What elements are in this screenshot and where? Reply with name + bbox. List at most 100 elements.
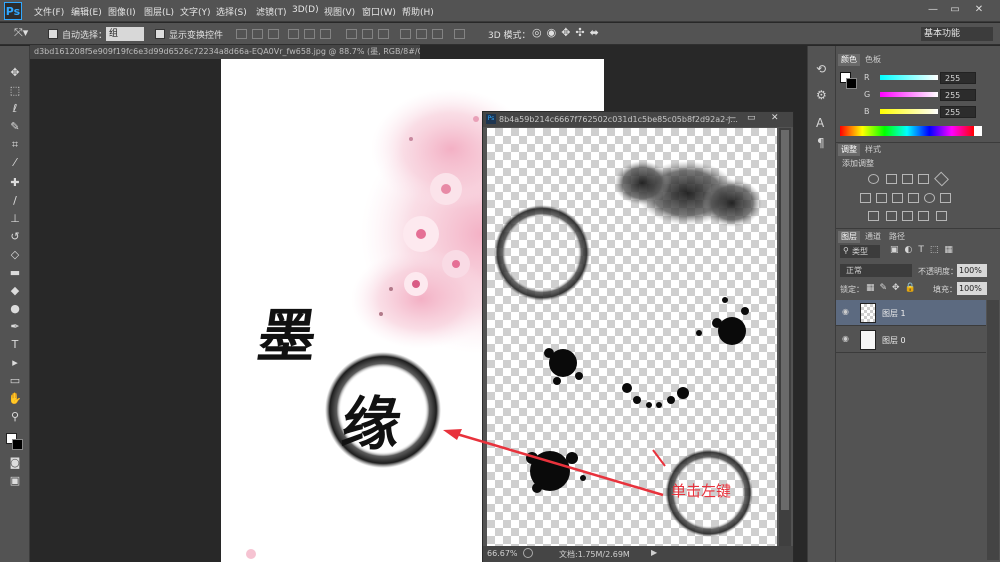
slider-b-track[interactable] xyxy=(880,109,938,114)
visibility-eye-icon[interactable]: ◉ xyxy=(842,308,852,316)
menu-image[interactable]: 图像(I) xyxy=(108,5,136,18)
restore-button[interactable]: ▭ xyxy=(948,3,962,17)
eraser-icon[interactable]: ◇ xyxy=(8,248,22,262)
slider-r-value[interactable]: 255 xyxy=(940,72,976,84)
menu-window[interactable]: 窗口(W) xyxy=(362,5,396,18)
menu-file[interactable]: 文件(F) xyxy=(34,5,64,18)
character-panel-icon[interactable]: A xyxy=(816,116,824,130)
photo-filter-icon[interactable] xyxy=(908,193,919,203)
workspace-dropdown[interactable]: 基本功能 xyxy=(921,27,993,41)
gradient-map-icon[interactable] xyxy=(918,211,929,221)
slider-g[interactable]: G 255 xyxy=(840,89,998,103)
blur-icon[interactable]: ◆ xyxy=(8,284,22,298)
move-tool-preset-icon[interactable]: ⤧▾ xyxy=(14,26,28,40)
posterize-icon[interactable] xyxy=(886,211,897,221)
menu-help[interactable]: 帮助(H) xyxy=(402,5,434,18)
background-color-swatch[interactable] xyxy=(12,439,23,450)
blend-mode-dropdown[interactable]: 正常 xyxy=(840,264,912,277)
curves-icon[interactable] xyxy=(902,174,913,184)
status-share-icon[interactable] xyxy=(523,548,533,558)
floating-vertical-scrollbar[interactable] xyxy=(779,128,791,546)
type-icon[interactable]: T xyxy=(8,338,22,352)
dodge-icon[interactable]: ● xyxy=(8,302,22,316)
hand-icon[interactable]: ✋ xyxy=(8,392,22,406)
float-close-button[interactable]: ✕ xyxy=(771,113,779,123)
tab-swatches[interactable]: 色板 xyxy=(862,54,884,66)
minimize-button[interactable]: — xyxy=(926,3,940,17)
quick-mask-icon[interactable]: ◙ xyxy=(8,456,22,470)
align-vcenter-icon[interactable] xyxy=(252,29,263,39)
align-bottom-icon[interactable] xyxy=(268,29,279,39)
brush-icon[interactable]: / xyxy=(8,194,22,208)
color-balance-icon[interactable] xyxy=(876,193,887,203)
scroll-thumb[interactable] xyxy=(781,130,789,510)
align-hcenter-icon[interactable] xyxy=(304,29,315,39)
floating-document-window[interactable]: 8b4a59b214c6667f762502c031d1c5be85c05b8f… xyxy=(482,111,794,562)
pen-icon[interactable]: ✒ xyxy=(8,320,22,334)
opacity-input[interactable]: 100% xyxy=(957,264,987,277)
properties-panel-icon[interactable]: ⚙ xyxy=(816,88,827,102)
tab-paths[interactable]: 路径 xyxy=(886,231,908,243)
crop-icon[interactable]: ⌗ xyxy=(8,138,22,152)
auto-select-dropdown[interactable]: 组 xyxy=(106,27,144,41)
lasso-icon[interactable]: ℓ xyxy=(8,102,22,116)
close-button[interactable]: ✕ xyxy=(972,3,986,17)
selective-color-icon[interactable] xyxy=(936,211,947,221)
distribute-left-icon[interactable] xyxy=(400,29,411,39)
slider-g-track[interactable] xyxy=(880,92,938,97)
align-right-icon[interactable] xyxy=(320,29,331,39)
eyedropper-icon[interactable]: ⁄ xyxy=(8,156,22,170)
layers-scrollbar[interactable] xyxy=(987,300,999,560)
gradient-icon[interactable]: ▬ xyxy=(8,266,22,280)
distribute-hcenter-icon[interactable] xyxy=(416,29,427,39)
layer-row-layer1[interactable]: ◉ 图层 1 xyxy=(836,300,986,326)
zoom-icon[interactable]: ⚲ xyxy=(8,410,22,424)
lock-icons[interactable]: ▦✎✥🔒 xyxy=(866,283,921,293)
layer-filter-icons[interactable]: ▣◐T⬚▦ xyxy=(890,245,959,255)
vibrance-icon[interactable] xyxy=(934,171,949,187)
float-minimize-button[interactable]: — xyxy=(727,113,736,123)
invert-icon[interactable] xyxy=(868,211,879,221)
healing-icon[interactable]: ✚ xyxy=(8,176,22,190)
black-white-icon[interactable] xyxy=(892,193,903,203)
slider-b-value[interactable]: 255 xyxy=(940,106,976,118)
align-top-icon[interactable] xyxy=(236,29,247,39)
layer-name[interactable]: 图层 1 xyxy=(882,308,906,319)
auto-select-checkbox[interactable] xyxy=(48,29,58,39)
visibility-eye-icon[interactable]: ◉ xyxy=(842,335,852,343)
distribute-bottom-icon[interactable] xyxy=(378,29,389,39)
show-transform-checkbox[interactable] xyxy=(155,29,165,39)
threshold-icon[interactable] xyxy=(902,211,913,221)
menu-layer[interactable]: 图层(L) xyxy=(144,5,174,18)
menu-edit[interactable]: 编辑(E) xyxy=(71,5,102,18)
brightness-icon[interactable] xyxy=(868,174,879,184)
status-menu-arrow-icon[interactable]: ▶ xyxy=(651,548,657,557)
color-lookup-icon[interactable] xyxy=(940,193,951,203)
align-left-icon[interactable] xyxy=(288,29,299,39)
slider-r[interactable]: R 255 xyxy=(840,72,998,86)
spectrum-white[interactable] xyxy=(974,126,982,136)
tab-styles[interactable]: 样式 xyxy=(862,144,884,156)
menu-select[interactable]: 选择(S) xyxy=(216,5,247,18)
floating-canvas[interactable]: 单击左键 xyxy=(487,128,777,546)
menu-3d[interactable]: 3D(D) xyxy=(292,5,319,15)
shape-icon[interactable]: ▭ xyxy=(8,374,22,388)
menu-view[interactable]: 视图(V) xyxy=(324,5,355,18)
paragraph-panel-icon[interactable]: ¶ xyxy=(817,136,825,150)
levels-icon[interactable] xyxy=(886,174,897,184)
tab-layers[interactable]: 图层 xyxy=(838,231,860,243)
document-tab[interactable]: d3bd161208f5e909f19fc6e3d99d6526c72234a8… xyxy=(30,45,420,59)
menu-filter[interactable]: 滤镜(T) xyxy=(256,5,287,18)
exposure-icon[interactable] xyxy=(918,174,929,184)
history-panel-icon[interactable]: ⟲ xyxy=(816,62,826,76)
3d-mode-icons[interactable]: ◎◉✥✣⬌ xyxy=(532,26,604,39)
path-select-icon[interactable]: ▸ xyxy=(8,356,22,370)
auto-align-icon[interactable] xyxy=(454,29,465,39)
tab-adjustments[interactable]: 调整 xyxy=(838,144,860,156)
fill-input[interactable]: 100% xyxy=(957,282,987,295)
color-spectrum[interactable] xyxy=(840,126,974,136)
stamp-icon[interactable]: ⊥ xyxy=(8,212,22,226)
move-tool-icon[interactable]: ✥ xyxy=(8,66,22,80)
marquee-icon[interactable]: ⬚ xyxy=(8,84,22,98)
tab-color[interactable]: 颜色 xyxy=(838,54,860,66)
